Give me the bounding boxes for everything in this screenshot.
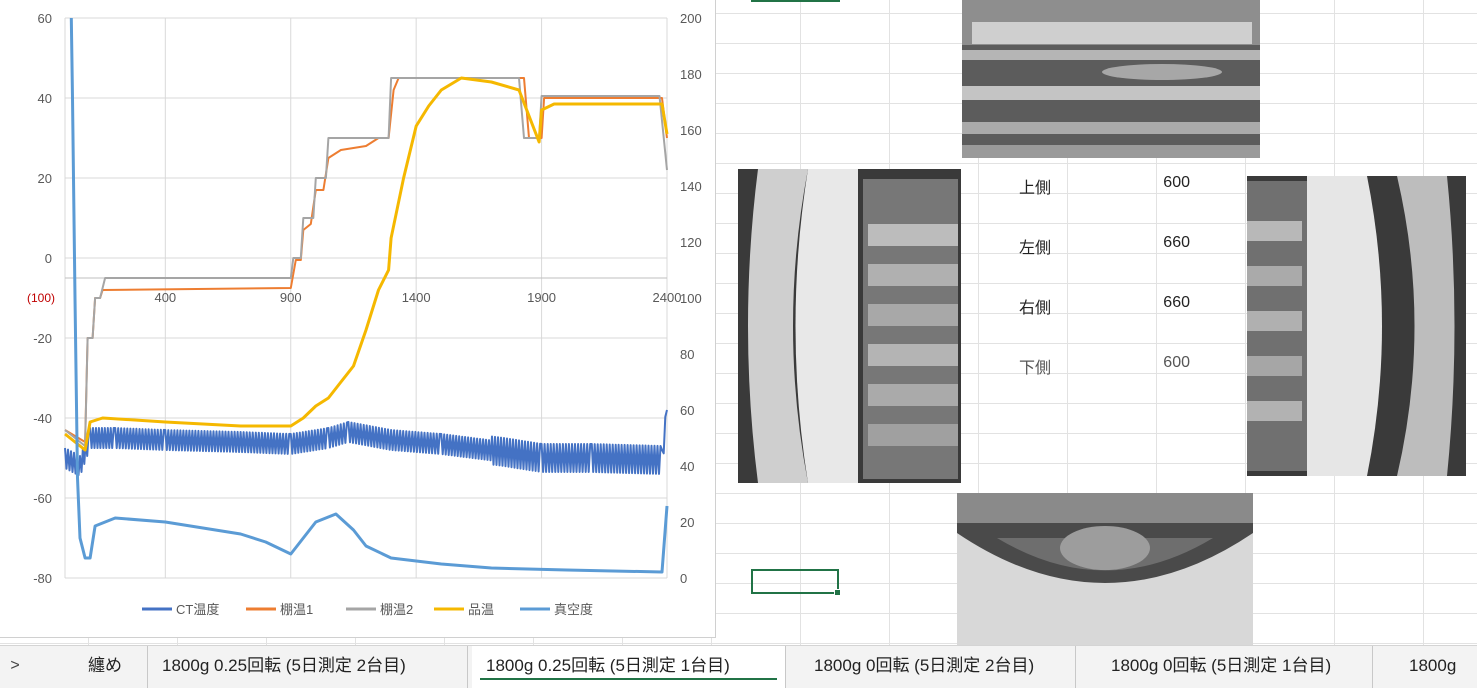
tab-label: 1800g xyxy=(1409,656,1457,675)
measurement-row-bottom[interactable]: 下側 600 xyxy=(1019,354,1190,377)
x-tick-label: 400 xyxy=(154,290,176,305)
sheet-tab-summary[interactable]: 纏め xyxy=(74,646,148,688)
measurement-value: 600 xyxy=(1163,174,1190,191)
photo-right[interactable] xyxy=(1247,176,1466,476)
right-tick-label: 100 xyxy=(680,291,702,306)
left-tick-label: 20 xyxy=(38,171,52,186)
sheet-tab-1800g[interactable]: 1800g xyxy=(1395,646,1477,688)
right-tick-label: 80 xyxy=(680,347,694,362)
series-line-1 xyxy=(64,77,668,443)
tab-label: 1800g 0.25回転 (5日測定 1台目) xyxy=(486,656,730,675)
left-tick-label: 0 xyxy=(45,251,52,266)
chart-area[interactable]: 60 40 20 0 -20 -40 -60 -80 200 180 160 140 120 100 80… xyxy=(0,0,716,638)
right-tick-label: 140 xyxy=(680,179,702,194)
measurement-label: 左側 xyxy=(1019,240,1052,257)
tab-label: 纏め xyxy=(88,656,122,675)
measurement-label: 上側 xyxy=(1019,180,1052,197)
photo-top[interactable] xyxy=(962,0,1260,158)
sheet-tab-1800g-0-1[interactable]: 1800g 0回転 (5日測定 1台目) xyxy=(1097,646,1373,688)
column-header-highlight xyxy=(751,0,840,2)
legend-label: 品温 xyxy=(468,602,494,617)
fill-handle[interactable] xyxy=(834,589,841,596)
left-tick-label: -40 xyxy=(33,411,52,426)
legend-label: 棚温1 xyxy=(280,602,313,617)
left-tick-label: 40 xyxy=(38,91,52,106)
x-tick-label: 1400 xyxy=(402,290,431,305)
x-origin-label: (100) xyxy=(27,291,55,305)
tab-scroll-right-button[interactable]: > xyxy=(0,646,30,688)
left-tick-label: -80 xyxy=(33,571,52,586)
legend-label: 真空度 xyxy=(554,602,593,617)
left-tick-label: 60 xyxy=(38,11,52,26)
photo-bottom[interactable] xyxy=(957,493,1253,645)
sheet-tab-1800g-0-2[interactable]: 1800g 0回転 (5日測定 2台目) xyxy=(800,646,1076,688)
legend-label: CT温度 xyxy=(176,602,219,617)
measurement-row-right[interactable]: 右側 660 xyxy=(1019,294,1190,317)
series-line-3 xyxy=(64,76,669,452)
right-tick-label: 120 xyxy=(680,235,702,250)
right-tick-label: 180 xyxy=(680,67,702,82)
measurement-label: 右側 xyxy=(1019,300,1052,317)
active-tab-indicator xyxy=(480,678,777,680)
tab-label: 1800g 0回転 (5日測定 2台目) xyxy=(814,656,1035,675)
measurement-value: 600 xyxy=(1163,354,1190,371)
right-tick-label: 160 xyxy=(680,123,702,138)
measurement-value: 660 xyxy=(1163,294,1190,311)
measurement-value: 660 xyxy=(1163,234,1190,251)
measurement-row-top[interactable]: 上側 600 xyxy=(1019,174,1190,197)
right-tick-label: 0 xyxy=(680,571,687,586)
series-line-2 xyxy=(64,77,668,447)
right-tick-label: 40 xyxy=(680,459,694,474)
right-tick-label: 60 xyxy=(680,403,694,418)
sheet-tab-1800g-025-1[interactable]: 1800g 0.25回転 (5日測定 1台目) xyxy=(472,646,786,688)
right-tick-label: 200 xyxy=(680,11,702,26)
measurement-row-left[interactable]: 左側 660 xyxy=(1019,234,1190,257)
line-chart: 6040200-20-40-60-80 20018016014012010080… xyxy=(27,11,702,617)
x-tick-label: 900 xyxy=(280,290,302,305)
legend-label: 棚温2 xyxy=(380,602,413,617)
x-tick-label: 1900 xyxy=(527,290,556,305)
photo-left[interactable] xyxy=(738,169,961,483)
sheet-tab-1800g-025-2[interactable]: 1800g 0.25回転 (5日測定 2台目) xyxy=(148,646,468,688)
selected-cell[interactable] xyxy=(751,569,841,596)
sheet-tab-bar: > 纏め 1800g 0.25回転 (5日測定 2台目) 1800g 0.25回… xyxy=(0,645,1477,688)
series-line-0 xyxy=(64,409,668,477)
left-tick-label: -60 xyxy=(33,491,52,506)
right-tick-label: 20 xyxy=(680,515,694,530)
tab-label: 1800g 0.25回転 (5日測定 2台目) xyxy=(162,656,406,675)
left-tick-label: -20 xyxy=(33,331,52,346)
x-tick-label: 2400 xyxy=(653,290,682,305)
measurement-label: 下側 xyxy=(1019,360,1052,377)
tab-label: 1800g 0回転 (5日測定 1台目) xyxy=(1111,656,1332,675)
